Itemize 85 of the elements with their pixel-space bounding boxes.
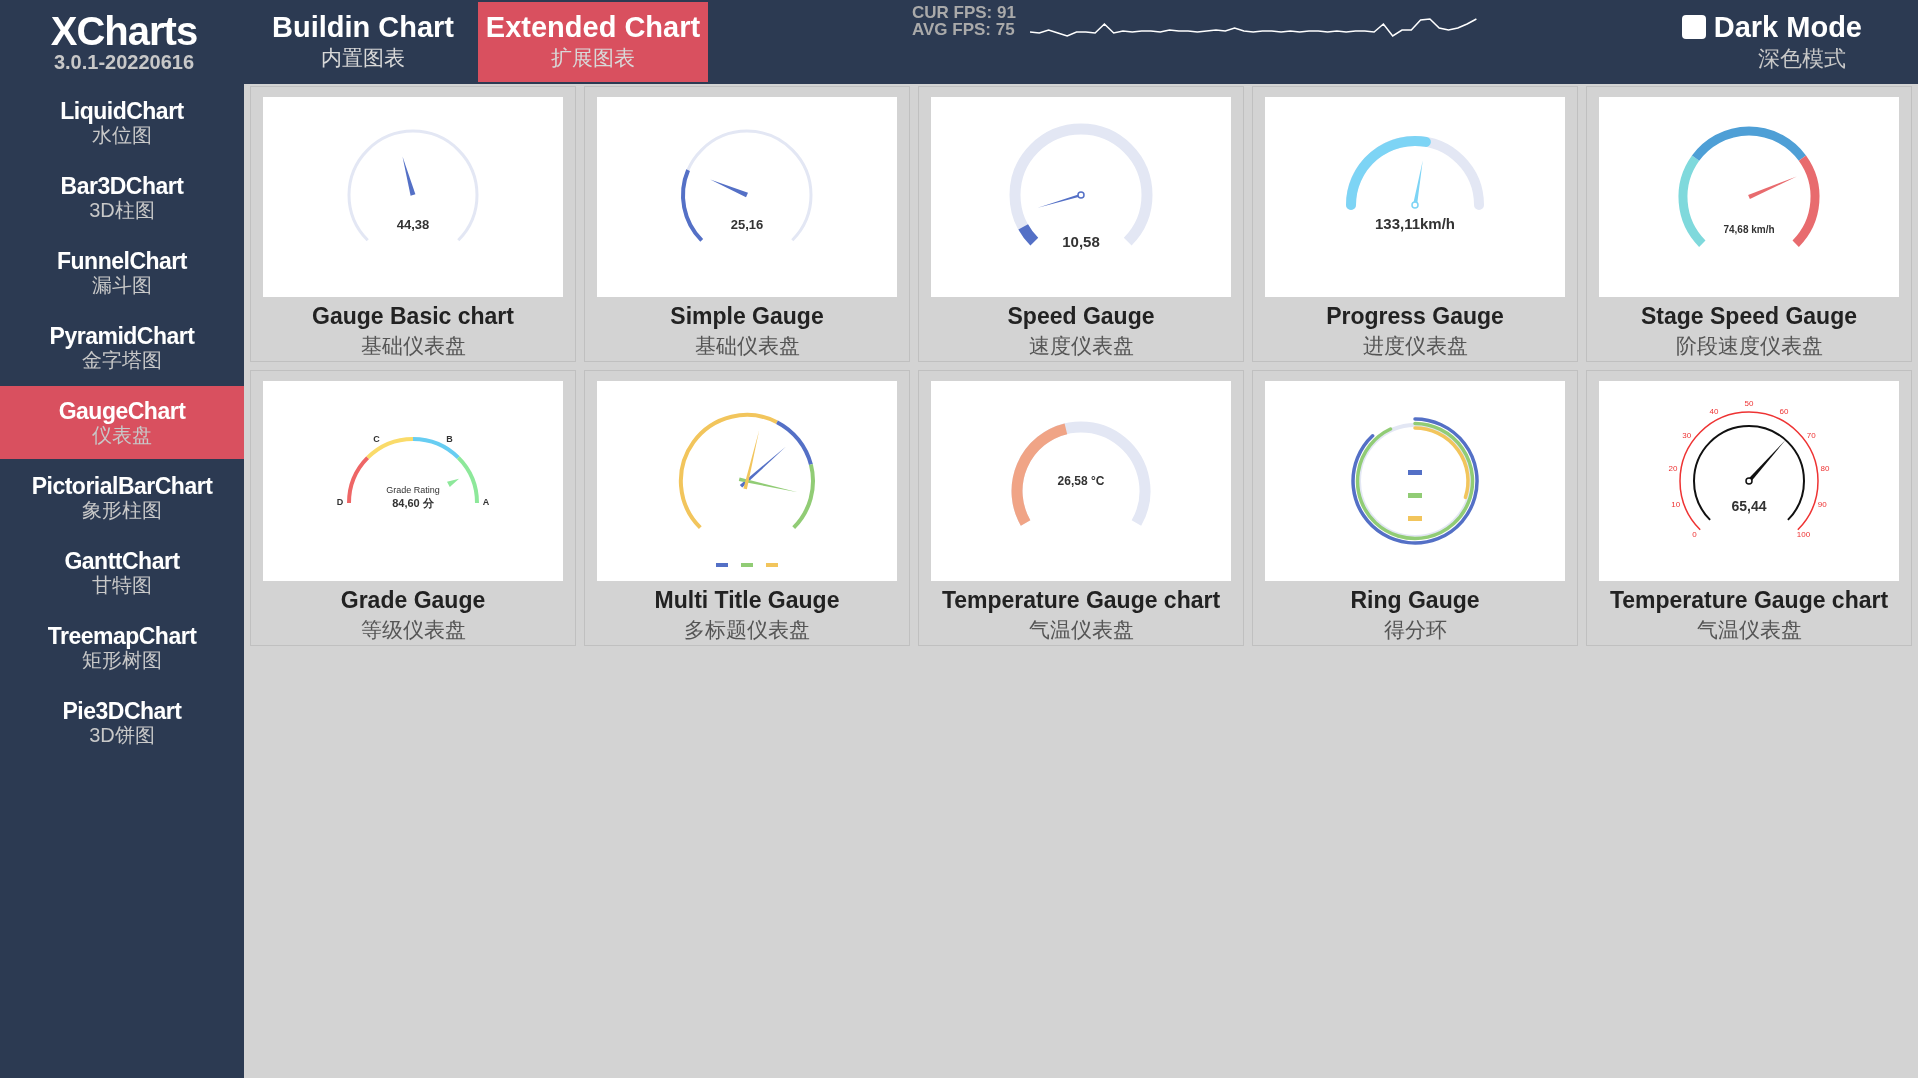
gauge-value: 25,16 <box>730 217 764 232</box>
card-title: Gauge Basic chart <box>312 303 514 330</box>
sidebar-item[interactable]: Bar3DChart 3D柱图 <box>0 161 244 234</box>
card-title: Simple Gauge <box>670 303 824 330</box>
needle-hub <box>1077 191 1085 199</box>
chart-card[interactable]: Multi Title Gauge 多标题仪表盘 <box>584 370 910 646</box>
chart-card[interactable]: 133,11km/h Progress Gauge 进度仪表盘 <box>1252 86 1578 362</box>
app-version: 3.0.1-20220616 <box>53 50 195 74</box>
chart-card[interactable]: 26,58 °C Temperature Gauge chart 气温仪表盘 <box>918 370 1244 646</box>
chart-tab[interactable]: Extended Chart 扩展图表 <box>478 2 708 82</box>
sidebar-item[interactable]: PyramidChart 金字塔图 <box>0 311 244 384</box>
needle-hub <box>1411 201 1419 209</box>
gauge-dial <box>1018 224 1039 246</box>
gauge-needle <box>447 478 459 487</box>
tick-label: 90 <box>1817 499 1827 509</box>
tick-label: C <box>373 433 380 444</box>
tick-label: 10 <box>1671 499 1681 509</box>
gauge-value: 26,58 °C <box>1057 474 1105 488</box>
chart-card[interactable]: 0 10 20 30 40 50 60 70 80 90 100 65,44 Temperature Gauge chart 气温仪表盘 <box>1586 370 1912 646</box>
card-subtitle: 阶段速度仪表盘 <box>1675 333 1823 359</box>
legend-badge <box>716 563 728 567</box>
tick-label: 100 <box>1796 530 1811 540</box>
chart-card[interactable]: 44,38 Gauge Basic chart 基础仪表盘 <box>250 86 576 362</box>
card-subtitle: 速度仪表盘 <box>1028 333 1134 359</box>
sidebar-item[interactable]: PictorialBarChart 象形柱图 <box>0 461 244 534</box>
tick-label: 20 <box>1668 463 1678 473</box>
gauge-value: 10,58 <box>1062 233 1100 250</box>
tick-label: A <box>482 497 490 507</box>
gauge-value: 84,60 分 <box>392 497 434 509</box>
tick-label: 70 <box>1806 430 1816 440</box>
gauge-value: 74,68 km/h <box>1723 224 1775 235</box>
card-subtitle: 等级仪表盘 <box>360 617 466 643</box>
legend-badge <box>766 563 778 567</box>
card-title: Stage Speed Gauge <box>1641 303 1857 330</box>
chart-tab[interactable]: Buildin Chart 内置图表 <box>248 2 478 82</box>
fps-current: CUR FPS: 91 <box>912 4 1016 21</box>
gauge-value: 65,44 <box>1731 498 1767 514</box>
card-title: Progress Gauge <box>1326 303 1504 330</box>
card-subtitle: 进度仪表盘 <box>1362 333 1468 359</box>
sidebar-item[interactable]: FunnelChart 漏斗图 <box>0 236 244 309</box>
gauge-needle <box>402 156 416 196</box>
sidebar-item[interactable]: GanttChart 甘特图 <box>0 536 244 609</box>
chart-card[interactable]: Ring Gauge 得分环 <box>1252 370 1578 646</box>
gauge-label: Grade Rating <box>386 485 440 495</box>
tick-label: 30 <box>1682 430 1692 440</box>
needle-hub <box>1745 477 1753 485</box>
card-subtitle: 多标题仪表盘 <box>684 617 810 643</box>
legend-badge <box>741 563 753 567</box>
tick-label: D <box>336 497 344 507</box>
gauge-value: 133,11km/h <box>1374 215 1456 232</box>
chart-card[interactable]: 25,16 Simple Gauge 基础仪表盘 <box>584 86 910 362</box>
card-title: Speed Gauge <box>1007 303 1155 330</box>
tick-label: 50 <box>1744 399 1754 408</box>
tick-label: B <box>446 433 453 444</box>
legend-badge <box>1408 493 1422 498</box>
checkbox[interactable] <box>1681 15 1706 39</box>
card-title: Multi Title Gauge <box>654 587 840 614</box>
sidebar-item[interactable]: Pie3DChart 3D饼图 <box>0 686 244 759</box>
card-subtitle: 基础仪表盘 <box>360 333 466 359</box>
sidebar-item[interactable]: LiquidChart 水位图 <box>0 86 244 159</box>
card-title: Grade Gauge <box>340 587 486 614</box>
tick-label: 40 <box>1709 407 1719 417</box>
card-subtitle: 气温仪表盘 <box>1028 617 1134 643</box>
chart-card[interactable]: 74,68 km/h Stage Speed Gauge 阶段速度仪表盘 <box>1586 86 1912 362</box>
card-title: Temperature Gauge chart <box>941 587 1221 614</box>
sidebar-item[interactable]: TreemapChart 矩形树图 <box>0 611 244 684</box>
card-subtitle: 得分环 <box>1383 617 1447 643</box>
tick-label: 80 <box>1820 463 1830 473</box>
card-subtitle: 基础仪表盘 <box>694 333 800 359</box>
fps-average: AVG FPS: 75 <box>912 21 1016 38</box>
legend-badge <box>1408 470 1422 475</box>
dark-mode-toggle[interactable]: Dark Mode <box>1681 10 1862 44</box>
card-subtitle: 气温仪表盘 <box>1696 617 1802 643</box>
card-title: Ring Gauge <box>1350 587 1480 614</box>
tick-label: 60 <box>1779 407 1789 417</box>
legend-badge <box>1408 516 1422 521</box>
gauge-value: 44,38 <box>396 217 430 232</box>
sidebar-item[interactable]: GaugeChart 仪表盘 <box>0 386 244 459</box>
app-title: XCharts <box>50 10 198 51</box>
chart-card[interactable]: D C B A Grade Rating 84,60 分 Grade Gauge 等级仪表盘 <box>250 370 576 646</box>
gauge-needle <box>710 179 748 198</box>
card-title: Temperature Gauge chart <box>1609 587 1889 614</box>
tick-label: 0 <box>1692 530 1697 540</box>
dark-mode-subtitle: 深色模式 <box>1758 44 1846 73</box>
chart-card[interactable]: 10,58 Speed Gauge 速度仪表盘 <box>918 86 1244 362</box>
